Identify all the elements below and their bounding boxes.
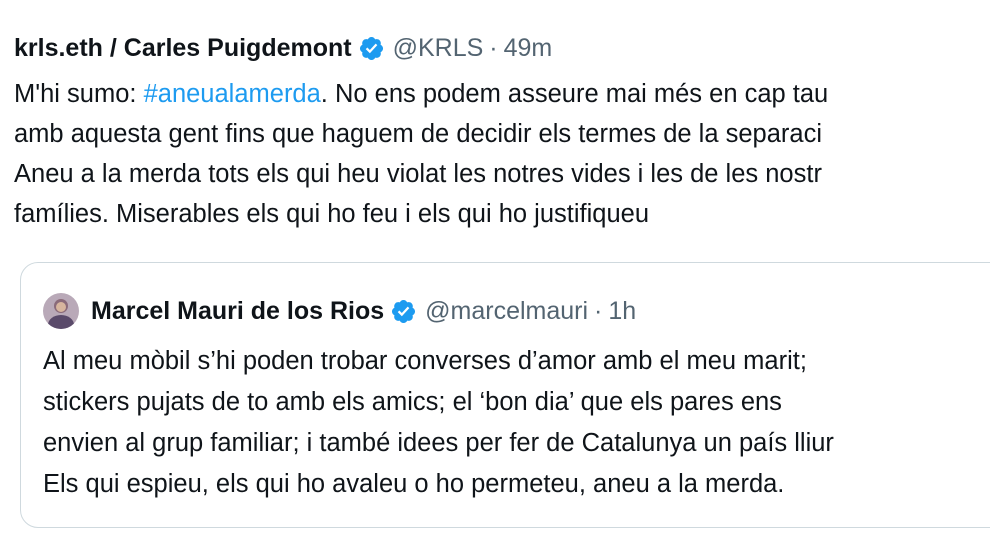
hashtag-link[interactable]: #aneualamerda (144, 80, 321, 108)
separator-dot: · (594, 296, 603, 325)
quoted-tweet-card[interactable]: Marcel Mauri de los Rios @marcelmauri · … (20, 262, 990, 528)
separator-dot: · (489, 33, 498, 62)
tweet-text-line: famílies. Miserables els qui ho feu i el… (14, 200, 649, 228)
author-name[interactable]: krls.eth / Carles Puigdemont (14, 34, 352, 63)
tweet-text-prefix: M'hi sumo: (14, 80, 144, 108)
quoted-text-line: Els qui espieu, els qui ho avaleu o ho p… (43, 470, 785, 498)
quoted-text-line: envien al grup familiar; i també idees p… (43, 429, 834, 457)
verified-badge-icon (358, 35, 385, 62)
tweet-header: krls.eth / Carles Puigdemont @KRLS · 49m (14, 30, 552, 66)
quoted-text-line: Al meu mòbil s’hi poden trobar converses… (43, 347, 807, 375)
avatar[interactable] (43, 293, 79, 329)
verified-badge-icon (390, 298, 417, 325)
quoted-tweet-text: Al meu mòbil s’hi poden trobar converses… (43, 341, 990, 505)
tweet-text-line: amb aquesta gent fins que haguem de deci… (14, 120, 822, 148)
quoted-tweet-header: Marcel Mauri de los Rios @marcelmauri · … (43, 293, 636, 329)
quoted-timestamp[interactable]: 1h (608, 297, 636, 326)
timestamp[interactable]: 49m (504, 34, 553, 63)
tweet-text: M'hi sumo: #aneualamerda. No ens podem a… (14, 74, 990, 234)
tweet-text-line: M'hi sumo: #aneualamerda. No ens podem a… (14, 74, 990, 114)
tweet-text-line: Aneu a la merda tots els qui heu violat … (14, 160, 822, 188)
quoted-text-line: stickers pujats de to amb els amics; el … (43, 388, 782, 416)
quoted-author-name[interactable]: Marcel Mauri de los Rios (91, 297, 384, 326)
quoted-author-handle[interactable]: @marcelmauri (425, 297, 588, 326)
tweet: krls.eth / Carles Puigdemont @KRLS · 49m… (0, 0, 990, 556)
author-handle[interactable]: @KRLS (393, 34, 484, 63)
tweet-text-suffix: . No ens podem asseure mai més en cap ta… (320, 80, 829, 108)
